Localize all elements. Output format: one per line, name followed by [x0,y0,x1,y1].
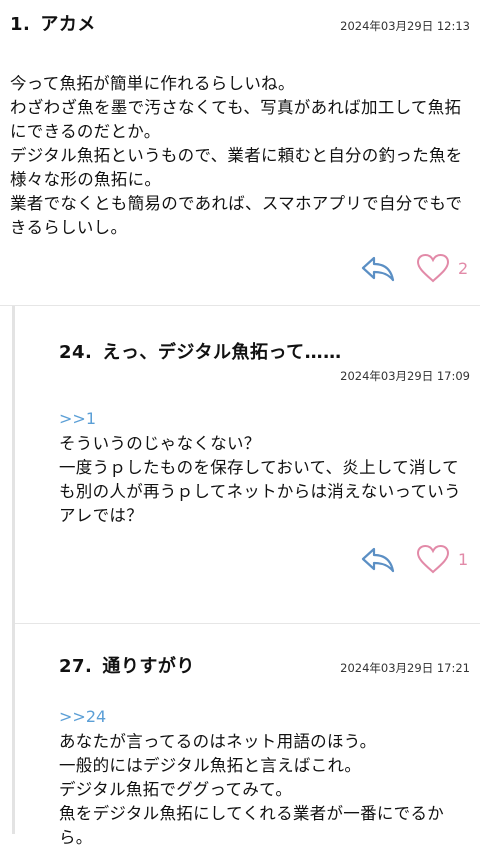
comment-number: 27. [59,656,93,677]
comment-1: 1. アカメ 2024年03月29日 12:13 今って魚拓が簡単に作れるらしいね… [0,0,480,306]
comment-actions: 2 [360,253,468,283]
heart-icon[interactable] [416,544,450,574]
comment-header: 27. 通りすがり 2024年03月29日 17:21 [59,642,470,678]
comment-body: あなたが言ってるのはネット用語のほう。 一般的にはデジタル魚拓と言えばこれ。 デ… [59,732,445,847]
comment-author-line: 1. アカメ [10,10,96,36]
quote-anchor-link[interactable]: >>24 [59,706,470,728]
comment-date: 2024年03月29日 17:09 [340,369,470,383]
comment-body: 今って魚拓が簡単に作れるらしいね。 わざわざ魚を墨で汚さなくても、写真があれば加… [10,74,463,237]
comment-header: 1. アカメ 2024年03月29日 12:13 [10,10,470,36]
reply-thread: 24. えっ、デジタル魚拓って…… 2024年03月29日 17:09 >>1 そ… [12,306,480,847]
heart-icon[interactable] [416,253,450,283]
comment-date: 2024年03月29日 17:21 [340,661,470,675]
comment-author-line: 24. えっ、デジタル魚拓って…… [59,324,470,364]
like-count: 2 [458,258,469,278]
comment-actions: 1 [360,544,468,574]
comment-author-line: 27. 通りすがり [59,652,195,678]
comment-body: そういうのじゃなくない？ 一度うｐしたものを保存しておいて、炎上して消しても別の… [59,434,461,525]
quote-anchor-link[interactable]: >>1 [59,408,470,430]
like-count: 1 [458,549,469,569]
comment-author: 通りすがり [102,656,195,677]
comment-number: 1. [10,14,31,35]
reply-arrow-icon[interactable] [360,545,396,573]
reply-arrow-icon[interactable] [360,254,396,282]
comment-27: 27. 通りすがり 2024年03月29日 17:21 >>24 あなたが言ってる… [15,624,480,847]
comment-24: 24. えっ、デジタル魚拓って…… 2024年03月29日 17:09 >>1 そ… [15,306,480,624]
comment-date: 2024年03月29日 12:13 [340,19,470,33]
comment-author: アカメ [40,14,96,35]
comment-number: 24. [59,342,93,363]
comment-author: えっ、デジタル魚拓って…… [102,342,342,363]
